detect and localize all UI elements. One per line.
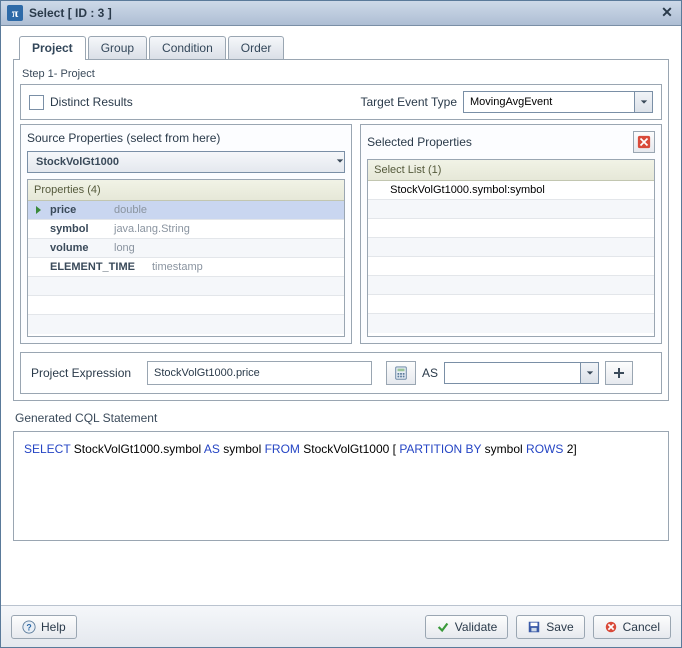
save-label: Save xyxy=(546,620,573,634)
tab-order[interactable]: Order xyxy=(228,36,285,60)
delete-x-icon xyxy=(637,135,651,149)
cancel-icon xyxy=(604,620,618,634)
pi-icon: π xyxy=(7,5,23,21)
distinct-checkbox[interactable] xyxy=(29,95,44,110)
source-grid-header: Properties (4) xyxy=(28,180,344,201)
svg-text:?: ? xyxy=(26,622,31,632)
prop-type: timestamp xyxy=(152,261,203,273)
as-select[interactable] xyxy=(444,362,599,384)
source-panel-title: Source Properties (select from here) xyxy=(27,131,220,145)
chevron-down-icon xyxy=(336,156,344,168)
cql-text: StockVolGt1000 [ xyxy=(300,442,399,456)
table-row[interactable]: symbol java.lang.String xyxy=(28,220,344,239)
source-properties-grid: Properties (4) price double xyxy=(27,179,345,337)
cql-keyword: FROM xyxy=(265,442,300,456)
table-row xyxy=(368,257,654,276)
delete-button[interactable] xyxy=(633,131,655,153)
generated-cql-label: Generated CQL Statement xyxy=(15,411,669,425)
close-icon[interactable]: ✕ xyxy=(659,5,675,21)
table-row xyxy=(368,219,654,238)
prop-name: volume xyxy=(50,242,108,254)
table-row xyxy=(28,296,344,315)
prop-name: symbol xyxy=(50,223,108,235)
tab-group[interactable]: Group xyxy=(88,36,147,60)
project-expression-value: StockVolGt1000.price xyxy=(154,367,260,379)
table-row[interactable]: StockVolGt1000.symbol:symbol xyxy=(368,181,654,200)
table-row[interactable]: volume long xyxy=(28,239,344,258)
distinct-label: Distinct Results xyxy=(50,95,133,109)
selected-item-text: StockVolGt1000.symbol:symbol xyxy=(390,184,545,196)
prop-type: java.lang.String xyxy=(114,223,190,235)
cql-text: symbol xyxy=(481,442,526,456)
save-icon xyxy=(527,620,541,634)
as-label: AS xyxy=(422,366,438,380)
source-stream-value: StockVolGt1000 xyxy=(36,156,119,168)
plus-icon xyxy=(613,367,625,379)
project-expression-label: Project Expression xyxy=(31,366,141,380)
cql-text: StockVolGt1000.symbol xyxy=(70,442,203,456)
validate-label: Validate xyxy=(455,620,497,634)
help-button[interactable]: ? Help xyxy=(11,615,77,639)
expression-builder-button[interactable] xyxy=(386,361,416,385)
prop-type: long xyxy=(114,242,135,254)
selected-properties-panel: Selected Properties Select List (1) xyxy=(360,124,662,344)
table-row xyxy=(368,314,654,333)
target-event-value: MovingAvgEvent xyxy=(470,96,552,108)
cql-keyword: SELECT xyxy=(24,442,70,456)
generated-cql-box: SELECT StockVolGt1000.symbol AS symbol F… xyxy=(13,431,669,541)
titlebar: π Select [ ID : 3 ] ✕ xyxy=(1,1,681,26)
table-row[interactable]: ELEMENT_TIME timestamp xyxy=(28,258,344,277)
project-expression-input[interactable]: StockVolGt1000.price xyxy=(147,361,372,385)
prop-name: price xyxy=(50,204,108,216)
save-button[interactable]: Save xyxy=(516,615,584,639)
step-label: Step 1- Project xyxy=(22,68,662,80)
table-row xyxy=(28,315,344,334)
tab-condition[interactable]: Condition xyxy=(149,36,226,60)
tab-project[interactable]: Project xyxy=(19,36,86,60)
source-properties-panel: Source Properties (select from here) Sto… xyxy=(20,124,352,344)
table-row xyxy=(28,277,344,296)
help-icon: ? xyxy=(22,620,36,634)
selected-properties-grid: Select List (1) StockVolGt1000.symbol:sy… xyxy=(367,159,655,337)
table-row xyxy=(368,276,654,295)
arrow-right-icon xyxy=(34,205,44,215)
target-event-label: Target Event Type xyxy=(360,95,457,109)
selected-grid-header: Select List (1) xyxy=(368,160,654,181)
cancel-label: Cancel xyxy=(623,620,660,634)
validate-button[interactable]: Validate xyxy=(425,615,508,639)
cql-keyword: AS xyxy=(204,442,220,456)
prop-name: ELEMENT_TIME xyxy=(50,261,146,273)
chevron-down-icon xyxy=(580,363,598,383)
target-event-select[interactable]: MovingAvgEvent xyxy=(463,91,653,113)
table-row xyxy=(368,200,654,219)
button-bar: ? Help Validate Save Cancel xyxy=(1,605,681,647)
cql-keyword: PARTITION BY xyxy=(399,442,481,456)
tab-bar: Project Group Condition Order xyxy=(19,36,669,60)
window-title: Select [ ID : 3 ] xyxy=(29,6,112,20)
prop-type: double xyxy=(114,204,147,216)
tab-panel-project: Step 1- Project Distinct Results Target … xyxy=(13,59,669,401)
help-label: Help xyxy=(41,620,66,634)
cancel-button[interactable]: Cancel xyxy=(593,615,671,639)
cql-text: 2] xyxy=(563,442,576,456)
table-row[interactable]: price double xyxy=(28,201,344,220)
source-stream-select[interactable]: StockVolGt1000 xyxy=(27,151,345,173)
chevron-down-icon xyxy=(634,92,652,112)
cql-text: symbol xyxy=(220,442,265,456)
calculator-icon xyxy=(394,366,408,380)
check-icon xyxy=(436,620,450,634)
add-button[interactable] xyxy=(605,361,633,385)
cql-keyword: ROWS xyxy=(526,442,563,456)
table-row xyxy=(368,238,654,257)
selected-panel-title: Selected Properties xyxy=(367,135,472,149)
table-row xyxy=(368,295,654,314)
